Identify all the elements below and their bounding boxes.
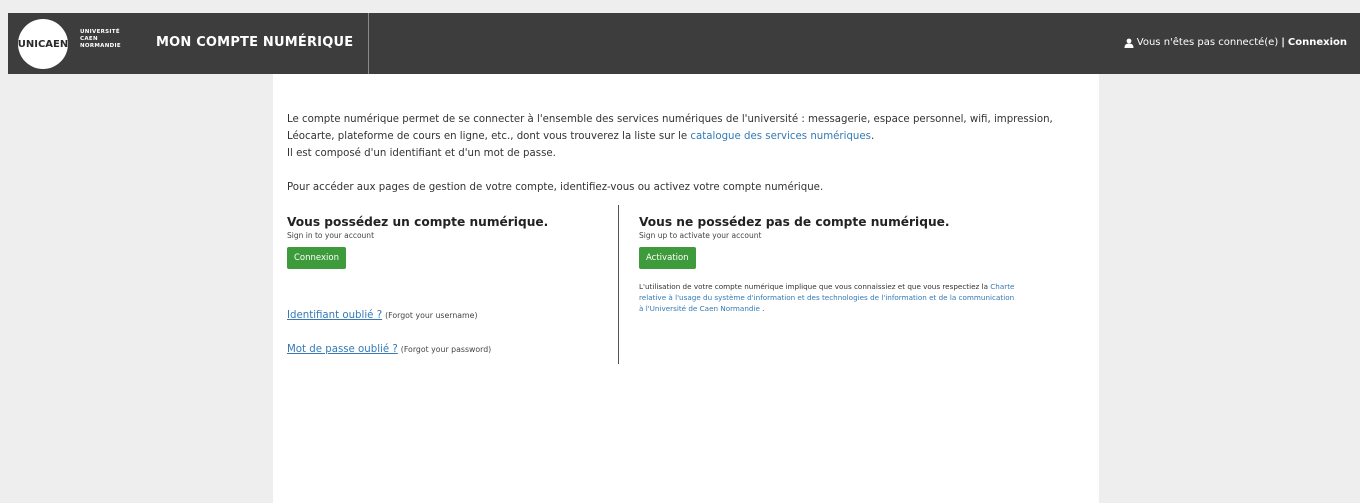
header-login-link[interactable]: Connexion bbox=[1288, 37, 1347, 48]
intro-composition: Il est composé d'un identifiant et d'un … bbox=[287, 148, 556, 159]
forgot-password-row: Mot de passe oublié ? (Forgot your passwo… bbox=[287, 344, 491, 355]
logo-line-3: NORMANDIE bbox=[80, 43, 121, 49]
intro-text-a: Le compte numérique permet de se connect… bbox=[287, 114, 1053, 142]
intro-instructions: Pour accéder aux pages de gestion de vot… bbox=[287, 182, 824, 193]
header-divider bbox=[368, 13, 369, 74]
not-connected-text: Vous n'êtes pas connecté(e) bbox=[1136, 37, 1279, 48]
logo-mark: UNICAEN bbox=[17, 38, 69, 50]
user-icon bbox=[1124, 38, 1134, 48]
status-separator: | bbox=[1281, 37, 1285, 48]
main-content: Le compte numérique permet de se connect… bbox=[273, 74, 1099, 503]
existing-account-subtitle: Sign in to your account bbox=[287, 231, 375, 240]
intro-paragraph: Le compte numérique permet de se connect… bbox=[287, 111, 1087, 145]
forgot-username-hint: (Forgot your username) bbox=[385, 311, 478, 320]
charter-notice: L'utilisation de votre compte numérique … bbox=[639, 281, 1019, 314]
forgot-password-hint: (Forgot your password) bbox=[400, 345, 492, 354]
forgot-username-row: Identifiant oublié ? (Forgot your usernam… bbox=[287, 310, 477, 321]
intro-block: Le compte numérique permet de se connect… bbox=[287, 111, 1087, 196]
logo-text: UNIVERSITÉ CAEN NORMANDIE bbox=[80, 29, 121, 50]
top-navbar: UNICAEN UNIVERSITÉ CAEN NORMANDIE MON CO… bbox=[8, 13, 1360, 74]
no-account-subtitle: Sign up to activate your account bbox=[639, 231, 762, 240]
no-account-title: Vous ne possédez pas de compte numérique… bbox=[639, 215, 950, 229]
logo-line-2: CAEN bbox=[80, 36, 98, 42]
intro-text-b: . bbox=[870, 131, 875, 142]
login-status: Vous n'êtes pas connecté(e) | Connexion bbox=[1124, 37, 1347, 48]
charter-text-b: . bbox=[759, 304, 765, 313]
charter-text-a: L'utilisation de votre compte numérique … bbox=[639, 282, 991, 291]
catalog-link[interactable]: catalogue des services numériques bbox=[690, 131, 871, 142]
forgot-username-link[interactable]: Identifiant oublié ? bbox=[287, 310, 382, 321]
column-divider bbox=[618, 205, 619, 364]
activation-button[interactable]: Activation bbox=[639, 247, 696, 269]
logo-line-1: UNIVERSITÉ bbox=[80, 29, 120, 35]
connexion-button[interactable]: Connexion bbox=[287, 247, 346, 269]
forgot-password-link[interactable]: Mot de passe oublié ? bbox=[287, 344, 398, 355]
university-logo[interactable]: UNICAEN bbox=[18, 19, 68, 69]
app-title[interactable]: MON COMPTE NUMÉRIQUE bbox=[156, 35, 353, 50]
existing-account-title: Vous possédez un compte numérique. bbox=[287, 215, 549, 229]
no-account-section: Vous ne possédez pas de compte numérique… bbox=[639, 215, 1039, 314]
existing-account-section: Vous possédez un compte numérique. Sign … bbox=[287, 215, 607, 355]
